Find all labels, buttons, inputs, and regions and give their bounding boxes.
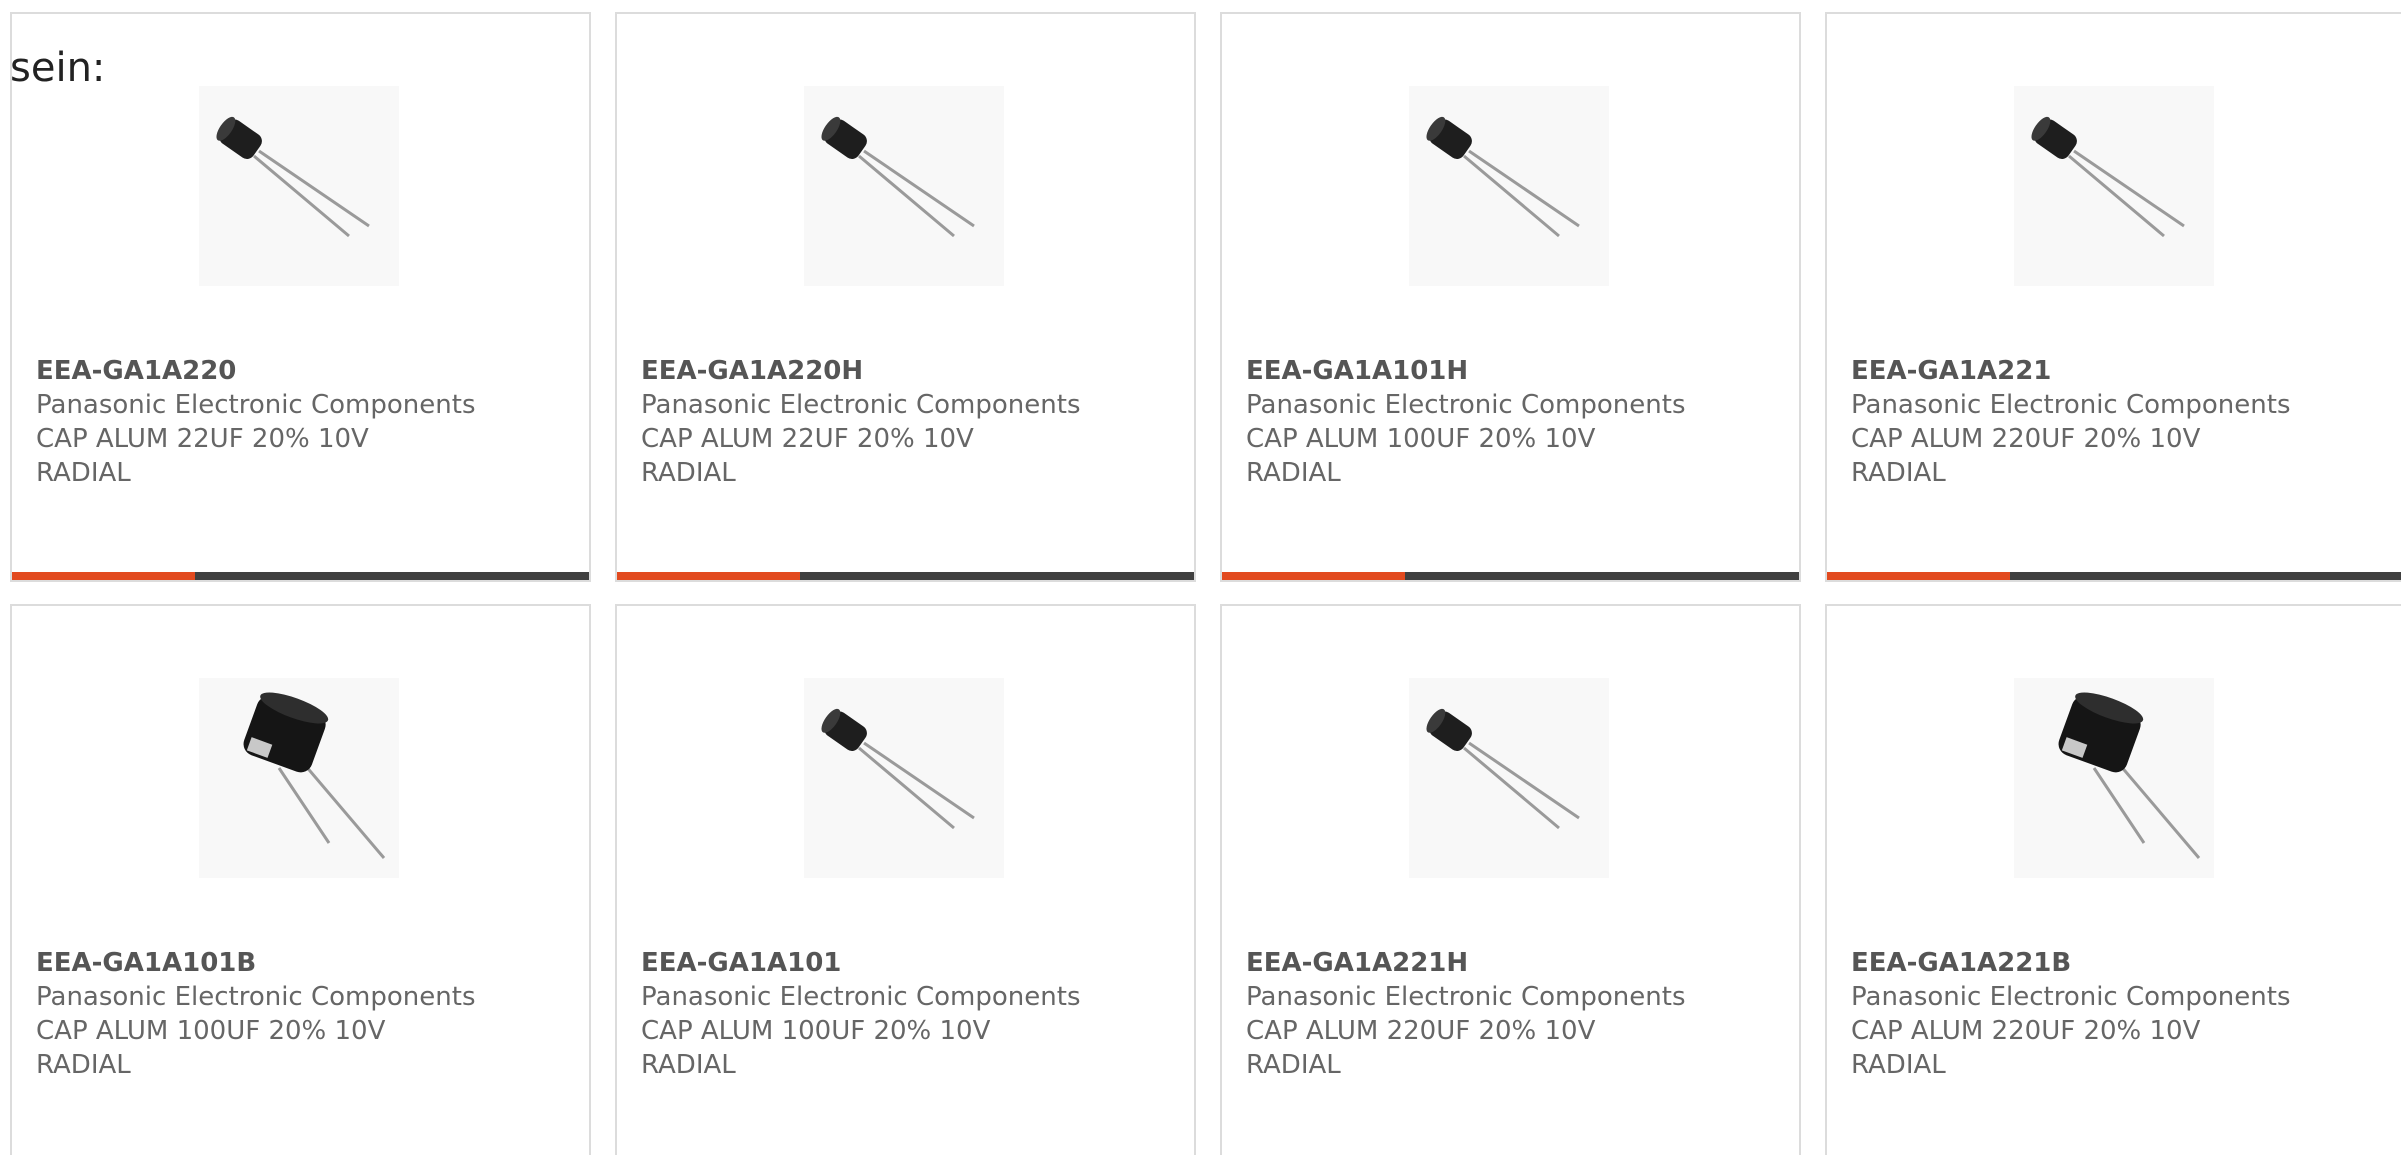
part-number-link[interactable]: EEA-GA1A101H xyxy=(1246,354,1779,388)
manufacturer: Panasonic Electronic Components xyxy=(1851,390,2291,420)
description-package: RADIAL xyxy=(1851,458,1946,488)
product-card[interactable]: EEA-GA1A101B Panasonic Electronic Compon… xyxy=(10,604,591,1155)
description-package: RADIAL xyxy=(1246,458,1341,488)
card-accent-strip xyxy=(617,572,800,580)
product-card[interactable]: EEA-GA1A221B Panasonic Electronic Compon… xyxy=(1825,604,2401,1155)
description: CAP ALUM 220UF 20% 10V xyxy=(1851,1016,2201,1046)
description: CAP ALUM 100UF 20% 10V xyxy=(1246,424,1596,454)
small-radial-capacitor-icon xyxy=(1409,86,1609,286)
manufacturer: Panasonic Electronic Components xyxy=(36,390,476,420)
product-info: EEA-GA1A101H Panasonic Electronic Compon… xyxy=(1246,354,1779,490)
product-card[interactable]: EEA-GA1A221 Panasonic Electronic Compone… xyxy=(1825,12,2401,582)
description-package: RADIAL xyxy=(1246,1050,1341,1080)
part-number-link[interactable]: EEA-GA1A220H xyxy=(641,354,1174,388)
product-card[interactable]: EEA-GA1A220H Panasonic Electronic Compon… xyxy=(615,12,1196,582)
product-card[interactable]: EEA-GA1A220 Panasonic Electronic Compone… xyxy=(10,12,591,582)
card-footer-bar xyxy=(1827,572,2401,580)
page: sein: EEA-GA1A220 Panasonic Electronic C… xyxy=(0,0,2401,1155)
product-info: EEA-GA1A220 Panasonic Electronic Compone… xyxy=(36,354,569,490)
description-package: RADIAL xyxy=(641,458,736,488)
product-info: EEA-GA1A221B Panasonic Electronic Compon… xyxy=(1851,946,2384,1082)
intro-text: sein: xyxy=(10,45,106,91)
description: CAP ALUM 22UF 20% 10V xyxy=(36,424,369,454)
small-radial-capacitor-icon xyxy=(804,86,1004,286)
card-accent-strip xyxy=(1827,572,2010,580)
product-card[interactable]: EEA-GA1A101 Panasonic Electronic Compone… xyxy=(615,604,1196,1155)
small-radial-capacitor-icon xyxy=(1409,678,1609,878)
description: CAP ALUM 100UF 20% 10V xyxy=(641,1016,991,1046)
product-card[interactable]: EEA-GA1A221H Panasonic Electronic Compon… xyxy=(1220,604,1801,1155)
manufacturer: Panasonic Electronic Components xyxy=(1246,982,1686,1012)
card-accent-strip xyxy=(12,572,195,580)
part-number-link[interactable]: EEA-GA1A101B xyxy=(36,946,569,980)
manufacturer: Panasonic Electronic Components xyxy=(1246,390,1686,420)
card-footer-bar xyxy=(1222,572,1799,580)
product-card[interactable]: EEA-GA1A101H Panasonic Electronic Compon… xyxy=(1220,12,1801,582)
product-info: EEA-GA1A220H Panasonic Electronic Compon… xyxy=(641,354,1174,490)
card-accent-strip xyxy=(1222,572,1405,580)
small-radial-capacitor-icon xyxy=(804,678,1004,878)
product-info: EEA-GA1A101 Panasonic Electronic Compone… xyxy=(641,946,1174,1082)
description-package: RADIAL xyxy=(641,1050,736,1080)
manufacturer: Panasonic Electronic Components xyxy=(641,982,1081,1012)
manufacturer: Panasonic Electronic Components xyxy=(36,982,476,1012)
product-info: EEA-GA1A221H Panasonic Electronic Compon… xyxy=(1246,946,1779,1082)
product-info: EEA-GA1A101B Panasonic Electronic Compon… xyxy=(36,946,569,1082)
part-number-link[interactable]: EEA-GA1A221 xyxy=(1851,354,2384,388)
small-radial-capacitor-icon xyxy=(2014,86,2214,286)
description: CAP ALUM 100UF 20% 10V xyxy=(36,1016,386,1046)
product-grid: EEA-GA1A220 Panasonic Electronic Compone… xyxy=(10,12,2401,1155)
description: CAP ALUM 22UF 20% 10V xyxy=(641,424,974,454)
description: CAP ALUM 220UF 20% 10V xyxy=(1851,424,2201,454)
part-number-link[interactable]: EEA-GA1A221H xyxy=(1246,946,1779,980)
product-info: EEA-GA1A221 Panasonic Electronic Compone… xyxy=(1851,354,2384,490)
manufacturer: Panasonic Electronic Components xyxy=(641,390,1081,420)
description-package: RADIAL xyxy=(36,1050,131,1080)
part-number-link[interactable]: EEA-GA1A101 xyxy=(641,946,1174,980)
part-number-link[interactable]: EEA-GA1A221B xyxy=(1851,946,2384,980)
card-footer-bar xyxy=(12,572,589,580)
manufacturer: Panasonic Electronic Components xyxy=(1851,982,2291,1012)
description-package: RADIAL xyxy=(1851,1050,1946,1080)
card-footer-bar xyxy=(617,572,1194,580)
part-number-link[interactable]: EEA-GA1A220 xyxy=(36,354,569,388)
description-package: RADIAL xyxy=(36,458,131,488)
small-radial-capacitor-icon xyxy=(199,86,399,286)
description: CAP ALUM 220UF 20% 10V xyxy=(1246,1016,1596,1046)
large-radial-capacitor-icon xyxy=(2014,678,2214,878)
large-radial-capacitor-icon xyxy=(199,678,399,878)
